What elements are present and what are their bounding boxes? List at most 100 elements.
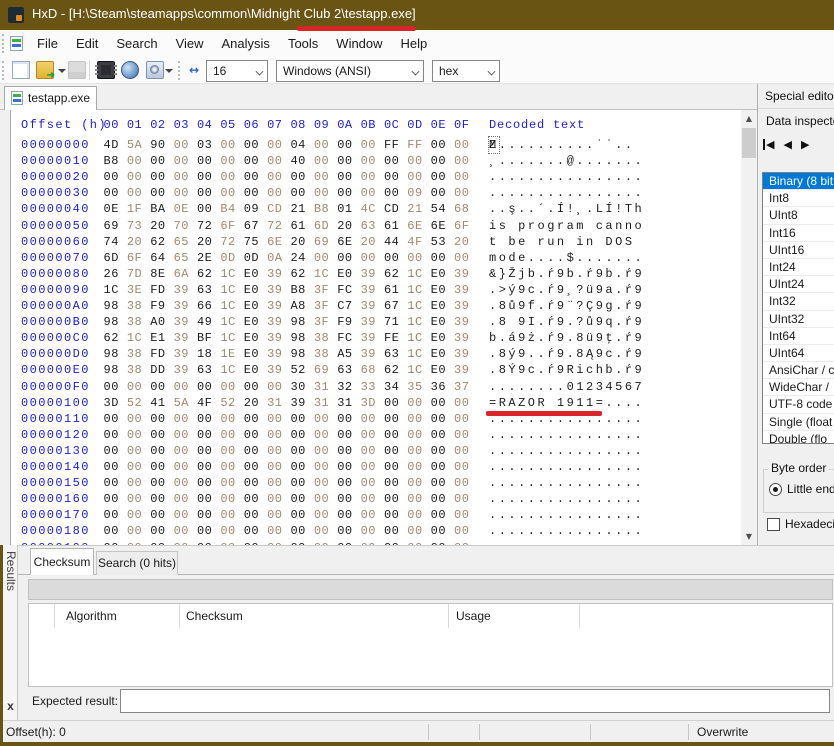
byte-cell[interactable]: 00 [127, 185, 142, 201]
byte-cell[interactable]: 1C [407, 282, 422, 298]
byte-cell[interactable]: 31 [314, 379, 329, 395]
byte-cell[interactable]: 00 [197, 185, 212, 201]
scroll-down-icon[interactable]: ▼ [741, 528, 757, 545]
hex-row[interactable]: 00000170 00 00 00 00 00 00 00 00 00 00 00 00 00 00 00 00… [11, 507, 741, 523]
inspector-item[interactable]: Double (flo [763, 431, 834, 443]
byte-cell[interactable]: 00 [220, 153, 235, 169]
decoded-cell[interactable]: mode....$....... [489, 250, 644, 266]
byte-cell[interactable]: 8E [150, 266, 165, 282]
toolbar-gripper-2[interactable] [178, 61, 181, 80]
byte-cell[interactable]: 00 [314, 169, 329, 185]
close-results-button[interactable]: x [3, 698, 18, 714]
byte-cell[interactable]: 00 [384, 411, 399, 427]
byte-cell[interactable]: 09 [407, 185, 422, 201]
byte-cell[interactable]: 00 [407, 250, 422, 266]
byte-cell[interactable]: 00 [407, 169, 422, 185]
byte-cell[interactable]: 00 [431, 427, 446, 443]
byte-cell[interactable]: 20 [244, 395, 259, 411]
hex-row[interactable]: 00000180 00 00 00 00 00 00 00 00 00 00 00 00 00 00 00 00… [11, 523, 741, 539]
byte-cell[interactable]: 00 [361, 153, 376, 169]
column-header-checksum[interactable]: Checksum [186, 609, 243, 623]
inspector-item[interactable]: Binary (8 bit [763, 173, 834, 191]
byte-cell[interactable]: 00 [127, 169, 142, 185]
byte-cell[interactable]: 00 [337, 250, 352, 266]
decoded-cell[interactable]: ................ [489, 427, 644, 443]
byte-cell[interactable]: 39 [361, 314, 376, 330]
byte-cell[interactable]: 00 [267, 443, 282, 459]
decoded-cell[interactable]: .8Ý9c.ŕ9Richb.ŕ9 [489, 362, 644, 378]
byte-cell[interactable]: 00 [384, 427, 399, 443]
byte-cell[interactable]: 00 [361, 250, 376, 266]
byte-cell[interactable]: 70 [174, 218, 189, 234]
byte-cell[interactable]: 00 [361, 507, 376, 523]
byte-cell[interactable]: FF [384, 137, 399, 153]
byte-cell[interactable]: A0 [150, 314, 165, 330]
byte-cell[interactable]: 00 [197, 427, 212, 443]
byte-cell[interactable]: E0 [431, 362, 446, 378]
hex-row[interactable]: 000000F0 00 00 00 00 00 00 00 00 30 31 32 33 34 35 36 37… [11, 379, 741, 395]
byte-cell[interactable]: 6A [174, 266, 189, 282]
byte-cell[interactable]: 00 [407, 523, 422, 539]
byte-cell[interactable]: 00 [150, 411, 165, 427]
byte-cell[interactable]: 1F [127, 201, 142, 217]
byte-cell[interactable]: B8 [290, 282, 305, 298]
byte-cell[interactable]: 39 [174, 298, 189, 314]
inspector-item[interactable]: Int8 [763, 190, 834, 208]
byte-cell[interactable]: 00 [104, 491, 119, 507]
byte-cell[interactable]: 6E [267, 234, 282, 250]
byte-cell[interactable]: 7D [127, 266, 142, 282]
byte-cell[interactable]: 00 [337, 443, 352, 459]
byte-cell[interactable]: 00 [337, 523, 352, 539]
column-header-usage[interactable]: Usage [456, 609, 491, 623]
document-icon[interactable] [10, 36, 23, 51]
title-bar[interactable]: HxD - [H:\Steam\steamapps\common\Midnigh… [0, 0, 834, 30]
byte-cell[interactable]: 00 [314, 137, 329, 153]
byte-cell[interactable]: 0D [220, 250, 235, 266]
byte-cell[interactable]: 39 [267, 314, 282, 330]
open-dropdown-icon[interactable] [58, 69, 66, 73]
byte-cell[interactable]: 00 [454, 459, 469, 475]
byte-cell[interactable]: 00 [384, 250, 399, 266]
byte-cell[interactable]: 00 [454, 507, 469, 523]
menu-item-tools[interactable]: Tools [279, 30, 327, 57]
hex-row[interactable]: 00000130 00 00 00 00 00 00 00 00 00 00 00 00 00 00 00 00… [11, 443, 741, 459]
byte-cell[interactable]: 26 [104, 266, 119, 282]
byte-cell[interactable]: 6F [127, 250, 142, 266]
byte-cell[interactable]: 38 [314, 346, 329, 362]
byte-cell[interactable]: CD [384, 201, 399, 217]
decoded-cell[interactable]: ................ [489, 169, 644, 185]
byte-cell[interactable]: 00 [267, 185, 282, 201]
byte-cell[interactable]: 00 [337, 137, 352, 153]
byte-cell[interactable]: 00 [454, 475, 469, 491]
byte-cell[interactable]: 00 [267, 459, 282, 475]
byte-cell[interactable]: 20 [127, 234, 142, 250]
byte-cell[interactable]: 00 [127, 523, 142, 539]
byte-cell[interactable]: F9 [337, 314, 352, 330]
byte-cell[interactable]: 4F [407, 234, 422, 250]
byte-cell[interactable]: E0 [431, 282, 446, 298]
decoded-cell[interactable]: is program canno [489, 218, 644, 234]
decoded-cell[interactable]: ................ [489, 523, 644, 539]
byte-cell[interactable]: 90 [150, 137, 165, 153]
byte-cell[interactable]: 00 [454, 491, 469, 507]
byte-cell[interactable]: 39 [174, 362, 189, 378]
byte-cell[interactable]: 09 [244, 201, 259, 217]
byte-cell[interactable]: 00 [407, 395, 422, 411]
byte-cell[interactable]: 00 [267, 169, 282, 185]
byte-cell[interactable]: 39 [361, 282, 376, 298]
tab-checksum[interactable]: Checksum [30, 548, 94, 575]
scrollbar-thumb[interactable] [742, 128, 756, 158]
byte-cell[interactable]: 00 [174, 507, 189, 523]
byte-cell[interactable]: FF [407, 137, 422, 153]
byte-cell[interactable]: 20 [150, 218, 165, 234]
byte-cell[interactable]: 00 [290, 475, 305, 491]
byte-cell[interactable]: 71 [384, 314, 399, 330]
byte-cell[interactable]: 00 [431, 395, 446, 411]
byte-cell[interactable]: E0 [244, 282, 259, 298]
byte-cell[interactable]: 00 [337, 507, 352, 523]
byte-cell[interactable]: 00 [267, 379, 282, 395]
byte-cell[interactable]: 00 [407, 475, 422, 491]
byte-cell[interactable]: 34 [384, 379, 399, 395]
byte-cell[interactable]: 00 [197, 153, 212, 169]
byte-cell[interactable]: 00 [244, 443, 259, 459]
